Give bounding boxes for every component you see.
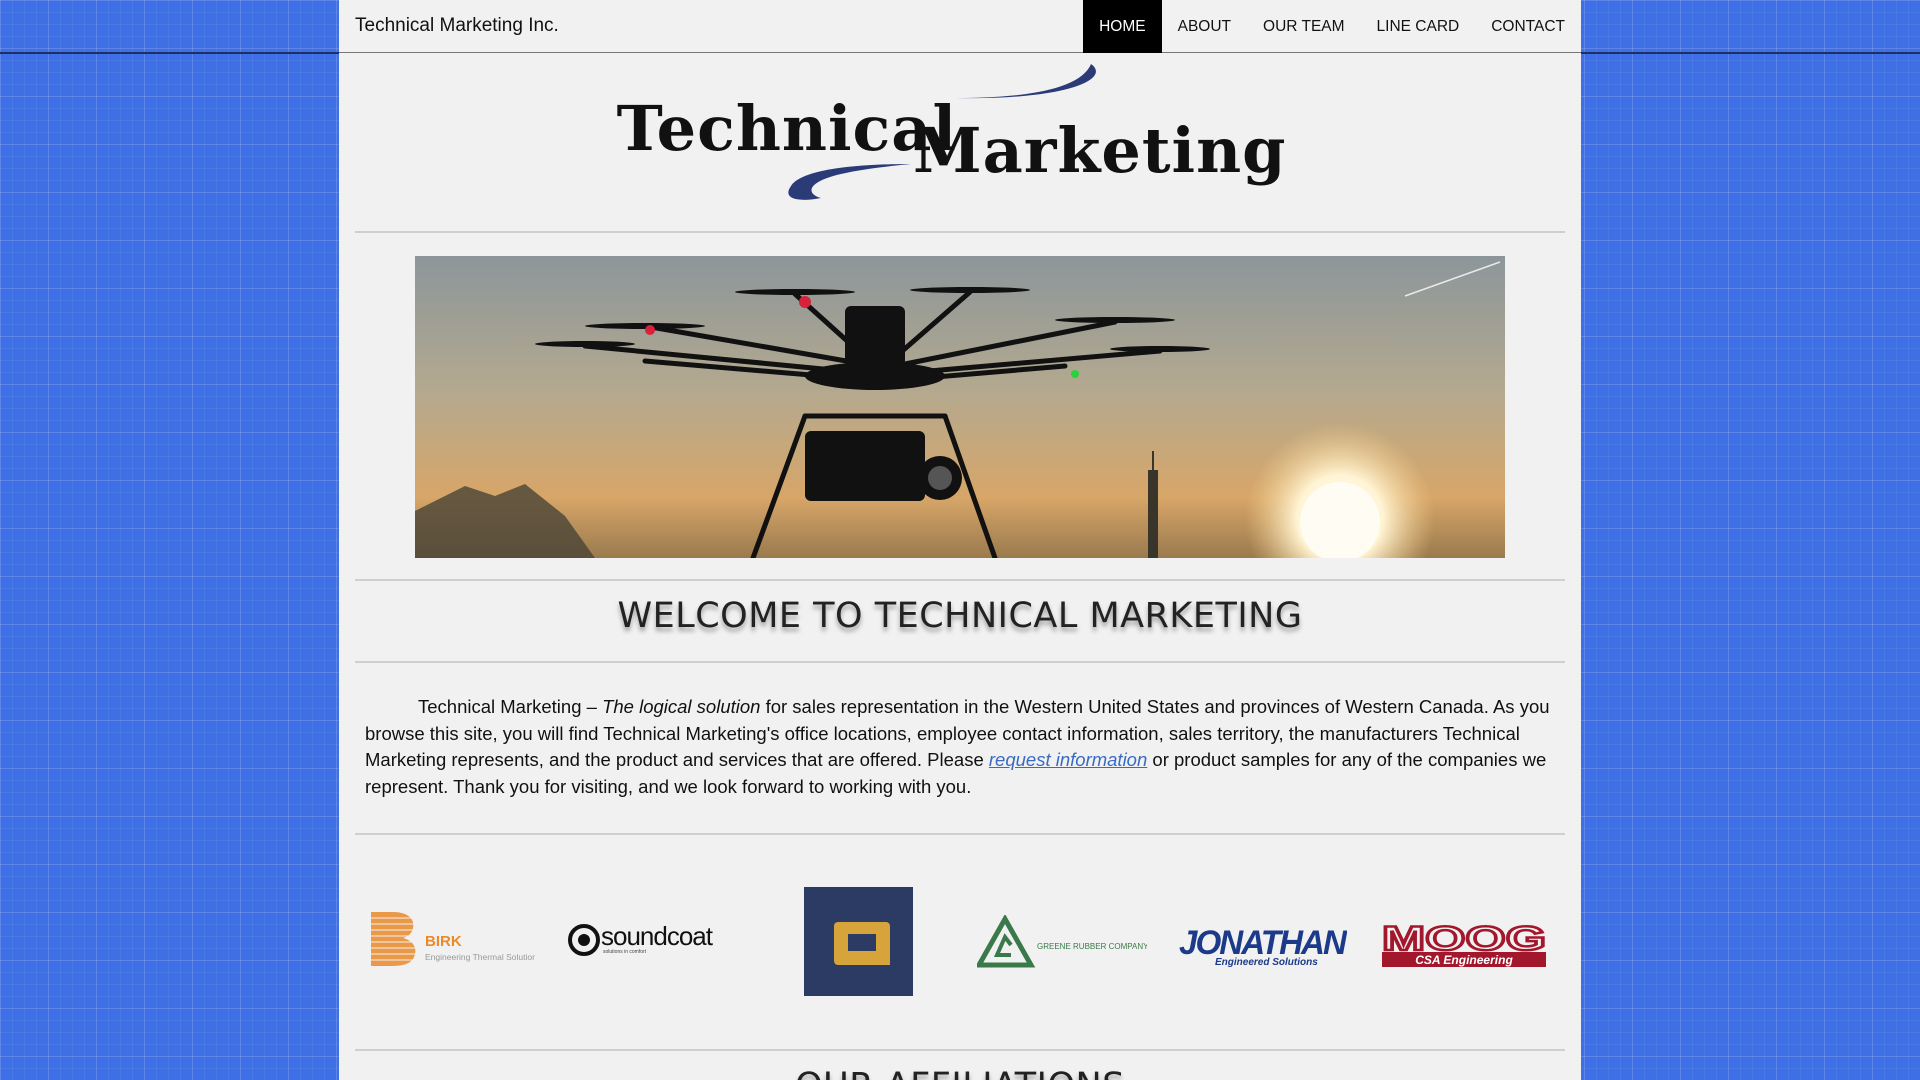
jonathan-tagline: Engineered Solutions [1215, 957, 1318, 968]
company-logo: Technical Marketing [601, 58, 1286, 208]
page-container: Technical Marketing Inc. HOME ABOUT OUR … [339, 0, 1581, 1080]
nav-home[interactable]: HOME [1083, 0, 1162, 53]
moog-tagline: CSA Engineering [1415, 953, 1513, 967]
soundcoat-name: soundcoat [601, 921, 714, 951]
hero-drone-image [415, 256, 1505, 558]
main-nav: HOME ABOUT OUR TEAM LINE CARD CONTACT [1083, 0, 1565, 53]
divider [355, 579, 1565, 581]
partner-logo-soundcoat[interactable]: soundcoat solutions in comfort [567, 920, 742, 960]
greene-name: GREENE RUBBER COMPANY [1037, 942, 1147, 951]
nav-about[interactable]: ABOUT [1162, 0, 1247, 53]
intro-paragraph: Technical Marketing – The logical soluti… [365, 694, 1555, 800]
nav-contact[interactable]: CONTACT [1475, 0, 1565, 53]
nav-our-team[interactable]: OUR TEAM [1247, 0, 1361, 53]
request-information-link[interactable]: request information [989, 749, 1147, 770]
divider [355, 833, 1565, 835]
divider [355, 661, 1565, 663]
welcome-heading: WELCOME TO TECHNICAL MARKETING [617, 596, 1303, 636]
logo-word-technical: Technical [616, 92, 957, 165]
intro-text: Technical Marketing – [418, 696, 603, 717]
affiliations-heading: OUR AFFILIATIONS [339, 1066, 1581, 1080]
partner-logo-q[interactable] [804, 887, 913, 996]
divider [355, 231, 1565, 233]
logo-word-marketing: Marketing [913, 114, 1287, 187]
soundcoat-tagline: solutions in comfort [603, 949, 647, 955]
nav-line-card[interactable]: LINE CARD [1361, 0, 1476, 53]
partner-logo-greene-rubber[interactable]: GREENE RUBBER COMPANY [974, 913, 1149, 970]
intro-tagline: The logical solution [602, 696, 761, 717]
birk-tagline: Engineering Thermal Solutions [425, 952, 535, 962]
divider [355, 1049, 1565, 1051]
site-brand[interactable]: Technical Marketing Inc. [355, 15, 559, 37]
partner-logo-moog[interactable]: MOOG CSA Engineering [1380, 919, 1550, 970]
partner-logo-jonathan[interactable]: JONATHAN Engineered Solutions [1177, 918, 1350, 968]
partner-logos: BIRK Engineering Thermal Solutions sound… [355, 880, 1565, 1000]
birk-name: BIRK [425, 933, 462, 950]
site-header: Technical Marketing Inc. HOME ABOUT OUR … [339, 0, 1581, 53]
partner-logo-birk[interactable]: BIRK Engineering Thermal Solutions [355, 904, 541, 974]
